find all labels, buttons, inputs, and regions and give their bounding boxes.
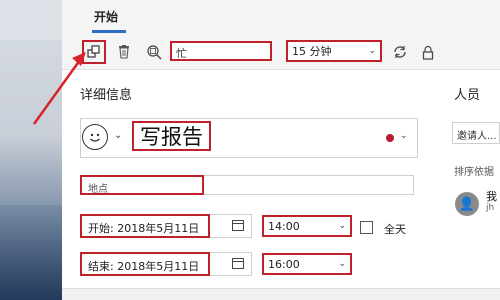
end-time-value: 16:00 xyxy=(268,257,300,271)
end-date-field[interactable]: 结束: 2018年5月11日 xyxy=(80,252,210,276)
start-date-field[interactable]: 开始: 2018年5月11日 xyxy=(80,214,210,238)
calendar-icon[interactable] xyxy=(232,220,244,231)
reminder-value: 15 分钟 xyxy=(292,45,332,58)
recurrence-icon[interactable] xyxy=(390,42,410,62)
background-desktop xyxy=(0,0,62,300)
scheduling-icon[interactable] xyxy=(144,42,164,62)
details-heading: 详细信息 xyxy=(80,88,133,103)
avatar: 👤 xyxy=(455,192,479,216)
subject-container xyxy=(80,118,418,158)
emoji-icon[interactable] xyxy=(82,124,108,150)
attendee-name: 我 xyxy=(486,190,497,203)
ribbon-tab-bar: 开始 xyxy=(62,0,500,34)
start-time-select[interactable]: 14:00 ⌄ xyxy=(262,215,352,237)
attendee-email: jh xyxy=(486,203,495,213)
reminder-select[interactable]: 15 分钟 ⌄ xyxy=(286,40,382,62)
all-day-checkbox[interactable] xyxy=(360,221,373,234)
end-time-select[interactable]: 16:00 ⌄ xyxy=(262,253,352,275)
all-day-label: 全天 xyxy=(384,223,406,236)
invite-input[interactable]: 邀请人... xyxy=(452,122,500,144)
bottom-bar xyxy=(62,288,500,300)
event-window: 开始 忙 15 分钟 ⌄ 详细信息 人员 ⌄ 写报告 ⌄ 地点 开始: 2018… xyxy=(62,0,500,300)
switch-window-icon[interactable] xyxy=(82,40,106,64)
emoji-chevron-icon[interactable]: ⌄ xyxy=(114,130,122,141)
background-titlebar xyxy=(0,0,62,40)
sort-by-label[interactable]: 排序依据 xyxy=(454,163,500,178)
category-color-dot[interactable] xyxy=(386,134,394,142)
people-heading: 人员 xyxy=(454,88,481,103)
start-time-value: 14:00 xyxy=(268,219,300,233)
chevron-down-icon: ⌄ xyxy=(368,46,376,56)
subject-input[interactable]: 写报告 xyxy=(132,121,211,151)
tab-home-underline xyxy=(92,30,126,33)
delete-icon[interactable] xyxy=(114,42,134,62)
chevron-down-icon: ⌄ xyxy=(338,259,346,269)
event-toolbar: 忙 15 分钟 ⌄ xyxy=(62,34,500,70)
chevron-down-icon: ⌄ xyxy=(338,221,346,231)
calendar-icon[interactable] xyxy=(232,258,244,269)
background-taskbar-area xyxy=(0,205,62,300)
lock-icon[interactable] xyxy=(418,42,438,62)
tab-home[interactable]: 开始 xyxy=(94,8,118,25)
location-input[interactable]: 地点 xyxy=(80,175,204,195)
show-as-field[interactable]: 忙 xyxy=(170,41,272,61)
category-chevron-icon[interactable]: ⌄ xyxy=(400,131,408,141)
